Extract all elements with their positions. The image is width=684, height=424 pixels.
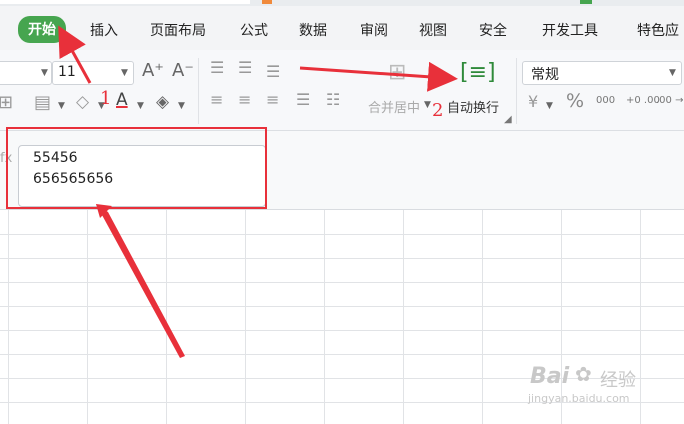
watermark-brand: Bai	[530, 364, 570, 389]
watermark-brand-2: 经验	[600, 370, 636, 391]
step-number-2: 2	[432, 100, 444, 121]
step-number-1: 1	[100, 88, 112, 109]
arrow-to-editor	[96, 204, 185, 358]
arrow-to-home-tab	[58, 25, 92, 84]
paw-icon: ✿	[575, 362, 592, 386]
arrow-to-wrap-text	[299, 61, 458, 92]
watermark-url: jingyan.baidu.com	[528, 392, 630, 405]
annotation-arrows	[58, 25, 458, 358]
